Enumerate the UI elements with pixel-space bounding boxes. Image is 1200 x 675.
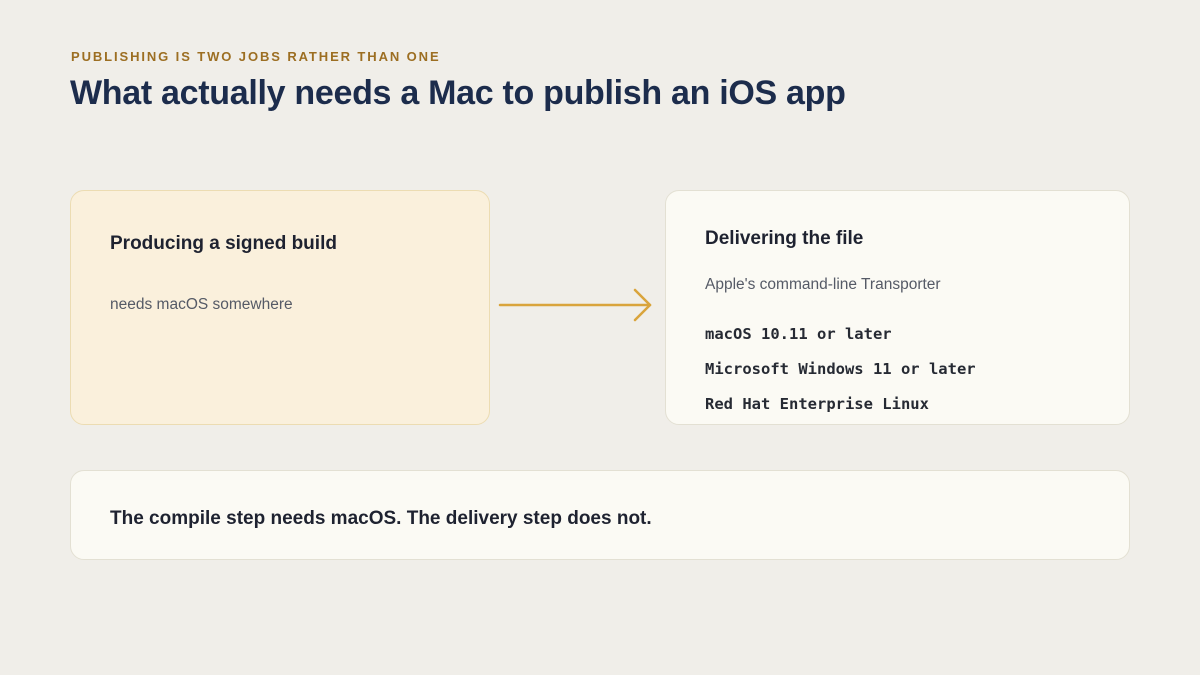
page-title: What actually needs a Mac to publish an … (70, 74, 846, 112)
signed-build-heading: Producing a signed build (110, 233, 337, 254)
summary-card: The compile step needs macOS. The delive… (70, 470, 1130, 560)
delivery-card: Delivering the file Apple's command-line… (665, 190, 1130, 425)
platform-list: macOS 10.11 or later Microsoft Windows 1… (705, 324, 976, 429)
summary-text: The compile step needs macOS. The delive… (110, 508, 652, 529)
delivery-subtitle: Apple's command-line Transporter (705, 276, 941, 293)
platform-item: Red Hat Enterprise Linux (705, 395, 929, 413)
right-arrow-icon (498, 288, 652, 322)
delivery-heading: Delivering the file (705, 228, 864, 249)
platform-item: Microsoft Windows 11 or later (705, 360, 976, 378)
signed-build-description: needs macOS somewhere (110, 296, 293, 313)
eyebrow-label: PUBLISHING IS TWO JOBS RATHER THAN ONE (71, 49, 441, 64)
signed-build-card: Producing a signed build needs macOS som… (70, 190, 490, 425)
platform-item: macOS 10.11 or later (705, 325, 892, 343)
